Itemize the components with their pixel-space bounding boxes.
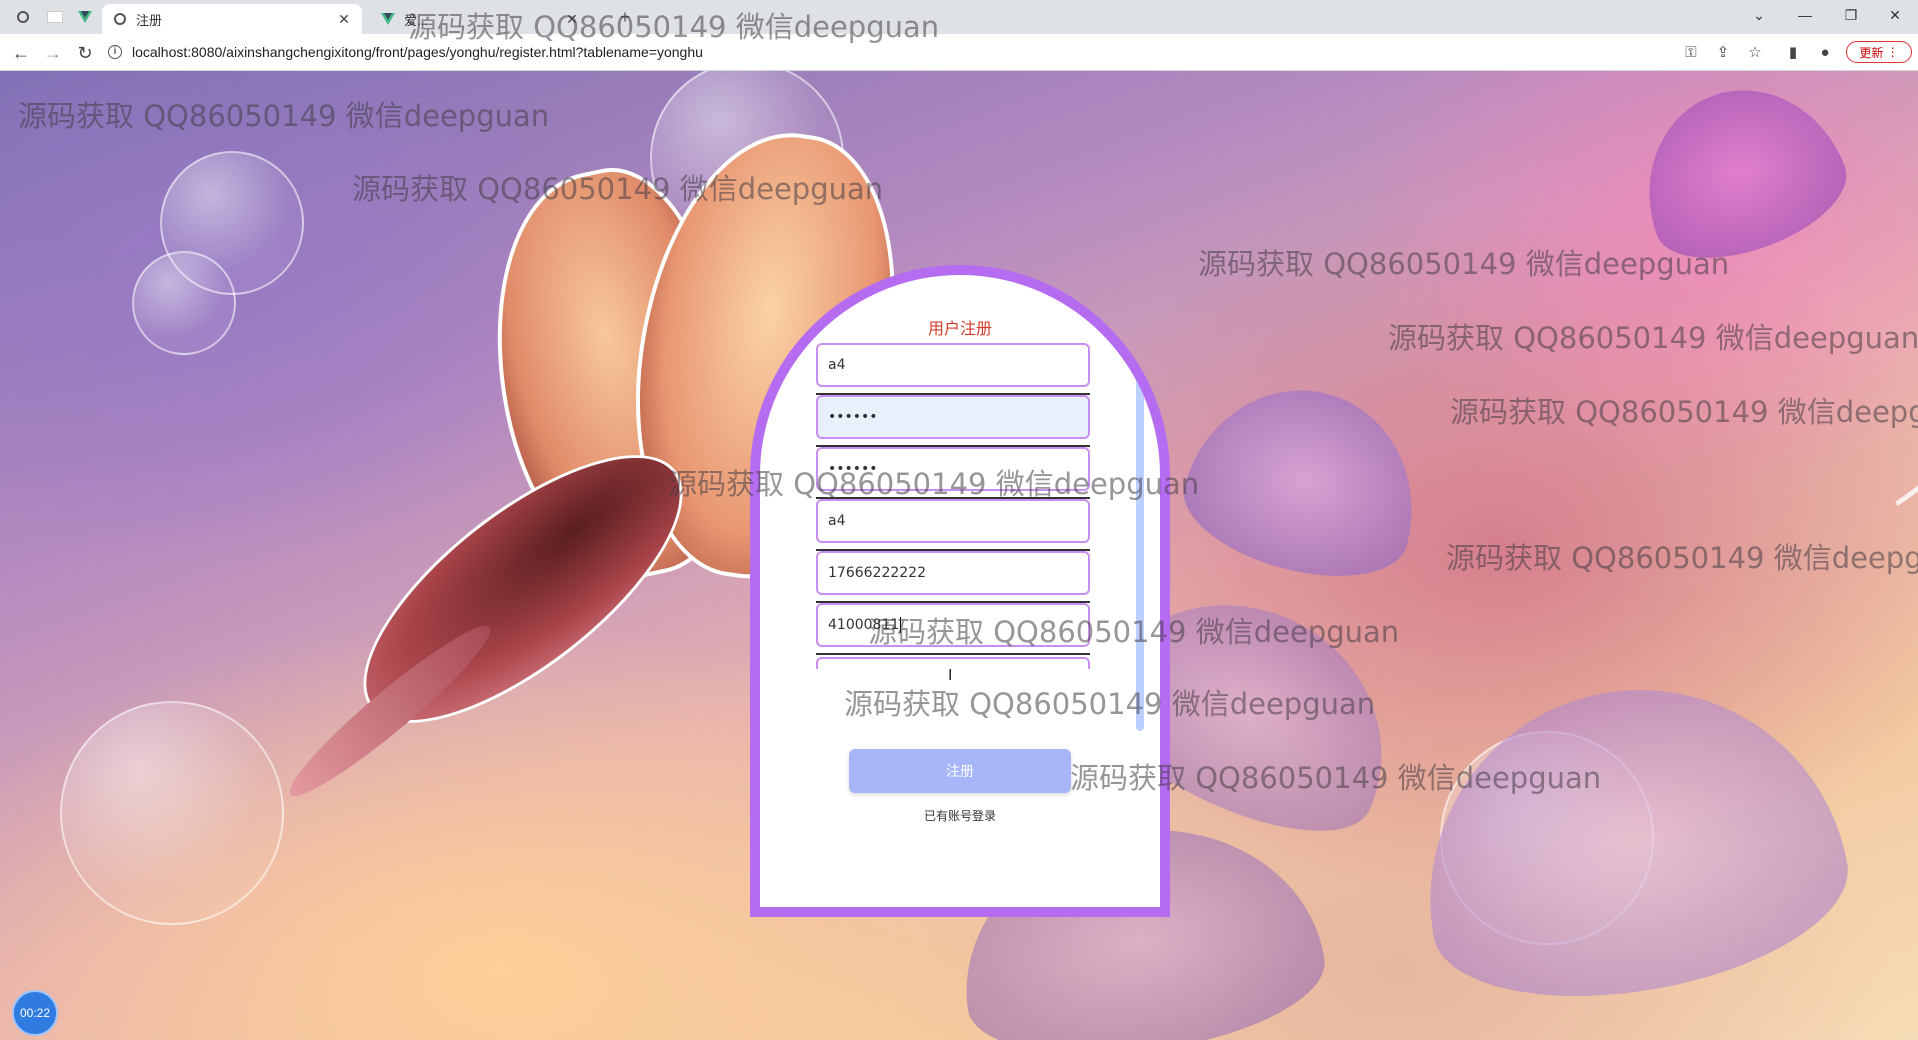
reload-icon[interactable]: ↻ xyxy=(72,40,98,66)
key-icon[interactable]: ⚿ xyxy=(1680,41,1702,63)
close-window-icon[interactable]: ✕ xyxy=(1872,0,1918,30)
update-button[interactable]: 更新 ⋮ xyxy=(1846,41,1912,63)
restore-icon[interactable]: ❐ xyxy=(1828,0,1874,30)
name-input[interactable]: a4 xyxy=(816,499,1090,543)
watermark: 源码获取 QQ86050149 微信deepguan xyxy=(1198,247,1730,281)
password-input[interactable]: •••••• xyxy=(816,395,1090,439)
confirm-password-input[interactable]: •••••• xyxy=(816,447,1090,491)
next-field-partial[interactable] xyxy=(816,657,1090,669)
new-tab-button[interactable]: + xyxy=(614,6,636,28)
form-scrollbar[interactable] xyxy=(1136,341,1144,731)
tab-search-icon[interactable] xyxy=(12,6,34,28)
field-divider xyxy=(816,653,1090,655)
recording-timer[interactable]: 00:22 xyxy=(12,990,58,1036)
tab-second[interactable]: 爱... ✕ xyxy=(370,4,590,34)
minimize-icon[interactable]: — xyxy=(1782,0,1828,30)
flower-petal xyxy=(1170,364,1440,598)
page-viewport: 用户注册 a4 •••••• •••••• a4 17666222222 410… xyxy=(0,71,1918,1040)
tab-register[interactable]: 注册 ✕ xyxy=(102,4,362,34)
bubble xyxy=(132,251,236,355)
watermark: 源码获取 QQ86050149 微信deepguan xyxy=(1446,541,1918,575)
register-button[interactable]: 注册 xyxy=(849,749,1071,793)
tab-title: 爱... xyxy=(404,12,428,28)
pinned-tab-blank[interactable] xyxy=(44,6,66,28)
watermark: 源码获取 QQ86050149 微信deepguan xyxy=(18,99,550,133)
address-bar[interactable]: i localhost:8080/aixinshangchengixitong/… xyxy=(108,38,1668,66)
text-caret xyxy=(900,617,902,633)
tab-search-chevron-icon[interactable]: ⌄ xyxy=(1736,0,1782,30)
phone-input[interactable]: 17666222222 xyxy=(816,551,1090,595)
ibeam-cursor-icon: I xyxy=(948,667,953,684)
timer-label: 00:22 xyxy=(19,1006,51,1020)
bubble xyxy=(60,701,284,925)
url-text: localhost:8080/aixinshangchengixitong/fr… xyxy=(132,44,703,60)
update-label: 更新 xyxy=(1859,45,1884,60)
share-icon[interactable]: ⇪ xyxy=(1712,41,1734,63)
register-title: 用户注册 xyxy=(927,321,992,338)
pinned-tab-vue[interactable] xyxy=(74,6,96,28)
close-tab-icon[interactable]: ✕ xyxy=(564,11,580,28)
bookmark-star-icon[interactable]: ☆ xyxy=(1744,41,1766,63)
profile-icon[interactable]: ● xyxy=(1814,41,1836,63)
browser-tab-strip: 注册 ✕ 爱... ✕ + ⌄ — ❐ ✕ xyxy=(0,0,1918,34)
register-card: 用户注册 a4 •••••• •••••• a4 17666222222 410… xyxy=(750,265,1170,917)
flower-petal xyxy=(1397,656,1863,1026)
id-number-input[interactable]: 41000811 xyxy=(816,603,1090,647)
side-panel-icon[interactable]: ▮ xyxy=(1782,41,1804,63)
close-tab-icon[interactable]: ✕ xyxy=(336,11,352,28)
id-number-value: 41000811 xyxy=(828,617,900,633)
login-link[interactable]: 已有账号登录 xyxy=(760,807,1160,824)
site-info-icon[interactable]: i xyxy=(108,45,122,59)
back-icon[interactable]: ← xyxy=(8,40,34,66)
tab-title: 注册 xyxy=(136,12,163,28)
forward-icon[interactable]: → xyxy=(40,40,66,66)
vue-icon xyxy=(380,11,396,27)
browser-toolbar: ← → ↻ i localhost:8080/aixinshangchengix… xyxy=(0,34,1918,71)
register-button-label: 注册 xyxy=(946,763,974,779)
globe-icon xyxy=(112,11,128,27)
account-input[interactable]: a4 xyxy=(816,343,1090,387)
